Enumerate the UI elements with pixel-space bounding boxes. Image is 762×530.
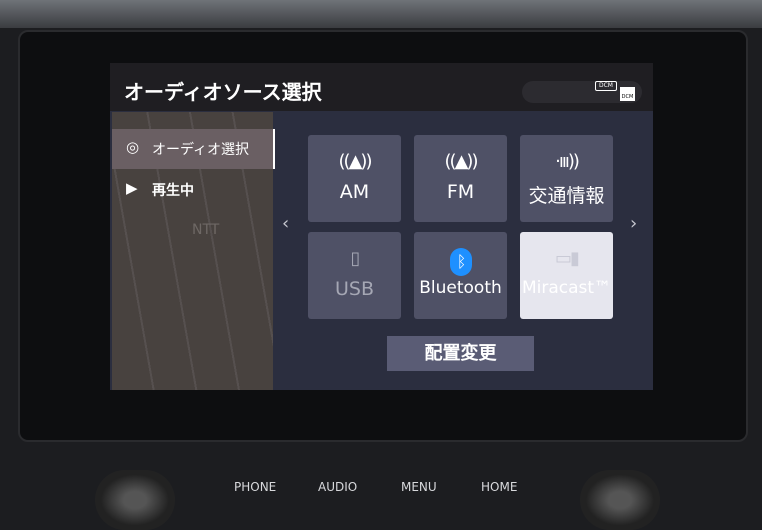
signal-icon: ·ııı)) (555, 151, 580, 172)
usb-icon: ▯ (350, 248, 361, 269)
tune-knob[interactable] (580, 470, 660, 530)
source-traffic[interactable]: ·ııı)) 交通情報 (520, 135, 613, 222)
source-label: FM (446, 181, 475, 203)
screen: オーディオソース選択 DCM DCM NTT ◎ オーディオ選択 ▶ 再生中 ‹ ›… (110, 63, 653, 390)
page-title: オーディオソース選択 (124, 80, 322, 104)
audio-hardware-button[interactable]: AUDIO (318, 480, 357, 494)
volume-knob[interactable] (95, 470, 175, 530)
bluetooth-icon: ᛒ (414, 248, 507, 278)
source-usb[interactable]: ▯ USB (308, 232, 401, 319)
sidebar-item-audio-select[interactable]: ◎ オーディオ選択 (112, 129, 275, 169)
dashboard-trim (0, 0, 762, 28)
home-hardware-button[interactable]: HOME (481, 480, 517, 494)
prev-page-arrow[interactable]: ‹ (282, 213, 289, 234)
sidebar: NTT ◎ オーディオ選択 ▶ 再生中 (112, 112, 275, 390)
disc-phone-icon: ◎ (126, 138, 140, 156)
sidebar-item-label: 再生中 (152, 183, 194, 199)
source-label: 交通情報 (528, 185, 605, 207)
sidebar-item-label: オーディオ選択 (152, 142, 250, 158)
dcm-icon: DCM (595, 81, 617, 91)
map-label: NTT (192, 222, 220, 238)
source-label: AM (339, 181, 370, 203)
menu-hardware-button[interactable]: MENU (401, 480, 437, 494)
dcm-signal-icon: DCM (620, 87, 635, 101)
sidebar-item-now-playing[interactable]: ▶ 再生中 (112, 176, 272, 206)
play-circle-icon: ▶ (126, 179, 138, 197)
antenna-icon: ((▲)) (444, 151, 479, 172)
source-bluetooth[interactable]: ᛒ Bluetooth (414, 232, 507, 319)
source-am[interactable]: ((▲)) AM (308, 135, 401, 222)
source-label: USB (334, 278, 374, 300)
next-page-arrow[interactable]: › (630, 213, 637, 234)
antenna-icon: ((▲)) (338, 151, 373, 172)
rearrange-button[interactable]: 配置変更 (387, 336, 534, 371)
source-label: Bluetooth (419, 278, 502, 298)
screen-mirror-icon: ▭▮ (555, 248, 580, 269)
phone-hardware-button[interactable]: PHONE (234, 480, 276, 494)
source-label: Miracast™ (521, 278, 612, 298)
source-miracast[interactable]: ▭▮ Miracast™ (520, 232, 613, 319)
source-fm[interactable]: ((▲)) FM (414, 135, 507, 222)
